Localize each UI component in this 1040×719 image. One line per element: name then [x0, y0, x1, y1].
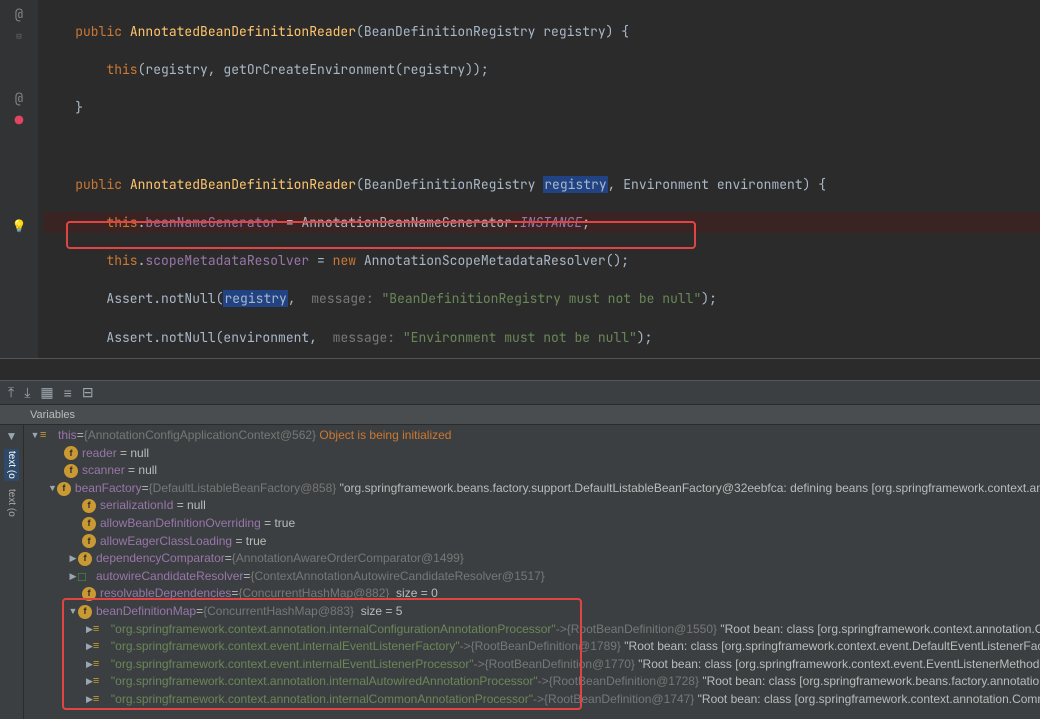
caret-down-icon[interactable]: ▼ [30, 427, 40, 445]
breakpoint-icon[interactable]: ● [15, 112, 23, 130]
entry-icon: ≡ [93, 656, 107, 674]
variables-tree[interactable]: ▼ ≡ this = {AnnotationConfigApplicationC… [24, 425, 1040, 719]
override-icon: @ [15, 90, 23, 108]
caret-right-icon[interactable]: ▶ [86, 638, 93, 656]
caret-right-icon[interactable]: ▶ [86, 656, 93, 674]
caret-down-icon[interactable]: ▼ [68, 603, 78, 621]
caret-right-icon[interactable]: ▶ [86, 691, 93, 709]
debug-toolbar: ⤒ ⤓ ▦ ≡ ⊟ [0, 381, 1040, 405]
var-reader[interactable]: f reader = null [24, 445, 1040, 463]
var-depcomparator[interactable]: ▶ f dependencyComparator = {AnnotationAw… [24, 550, 1040, 568]
field-icon: f [82, 534, 96, 548]
table-view-icon[interactable]: ▦ [40, 384, 53, 401]
var-allowoverriding[interactable]: f allowBeanDefinitionOverriding = true [24, 515, 1040, 533]
side-tabs: ▼ text (o text (o [0, 425, 24, 719]
field-icon: f [78, 552, 92, 566]
entry-icon: ≡ [93, 638, 107, 656]
caret-right-icon[interactable]: ▶ [68, 568, 78, 586]
fold-icon[interactable]: ⊟ [0, 25, 38, 46]
editor-gutter: @ ⊟ @ ● 💡 [0, 0, 38, 358]
list-view-icon[interactable]: ≡ [64, 385, 72, 401]
field-icon: f [82, 517, 96, 531]
override-icon: @ [15, 6, 23, 24]
field-icon: f [57, 482, 71, 496]
object-icon: □ [78, 568, 92, 586]
stack-down-icon[interactable]: ⤓ [24, 384, 30, 401]
side-tab-inactive[interactable]: text (o [4, 487, 19, 519]
stack-up-icon[interactable]: ⤒ [8, 384, 14, 401]
var-this[interactable]: ▼ ≡ this = {AnnotationConfigApplicationC… [24, 427, 1040, 445]
variables-panel-title: Variables [0, 405, 1040, 425]
map-entry[interactable]: ▶ ≡ "org.springframework.context.event.i… [24, 656, 1040, 674]
map-entry[interactable]: ▶ ≡ "org.springframework.context.annotat… [24, 691, 1040, 709]
code-editor[interactable]: @ ⊟ @ ● 💡 public AnnotatedBeanDefinition… [0, 0, 1040, 359]
caret-right-icon[interactable]: ▶ [68, 550, 78, 568]
intention-bulb-icon[interactable]: 💡 [12, 218, 27, 234]
entry-icon: ≡ [93, 621, 107, 639]
caret-right-icon[interactable]: ▶ [86, 621, 93, 639]
map-entry[interactable]: ▶ ≡ "org.springframework.context.annotat… [24, 621, 1040, 639]
object-array-icon: ≡ [40, 427, 54, 445]
filter-icon[interactable]: ▼ [6, 429, 18, 443]
field-icon: f [64, 464, 78, 478]
var-beandefmap[interactable]: ▼ f beanDefinitionMap = {ConcurrentHashM… [24, 603, 1040, 621]
debug-tool-window: ⤒ ⤓ ▦ ≡ ⊟ Variables ▼ text (o text (o ▼ … [0, 359, 1040, 719]
collapse-icon[interactable]: ⊟ [82, 384, 94, 401]
var-alloweager[interactable]: f allowEagerClassLoading = true [24, 533, 1040, 551]
field-icon: f [82, 499, 96, 513]
var-resolvabledeps[interactable]: f resolvableDependencies = {ConcurrentHa… [24, 585, 1040, 603]
var-scanner[interactable]: f scanner = null [24, 462, 1040, 480]
var-autowireresolver[interactable]: ▶ □ autowireCandidateResolver = {Context… [24, 568, 1040, 586]
caret-right-icon[interactable]: ▶ [86, 673, 93, 691]
entry-icon: ≡ [93, 673, 107, 691]
var-beanfactory[interactable]: ▼ f beanFactory = {DefaultListableBeanFa… [24, 480, 1040, 498]
var-serializationid[interactable]: f serializationId = null [24, 497, 1040, 515]
field-icon: f [82, 587, 96, 601]
map-entry[interactable]: ▶ ≡ "org.springframework.context.event.i… [24, 638, 1040, 656]
editor-content[interactable]: public AnnotatedBeanDefinitionReader(Bea… [38, 0, 1040, 358]
map-entry[interactable]: ▶ ≡ "org.springframework.context.annotat… [24, 673, 1040, 691]
field-icon: f [64, 446, 78, 460]
field-icon: f [78, 605, 92, 619]
side-tab-active[interactable]: text (o [4, 449, 19, 481]
caret-down-icon[interactable]: ▼ [48, 480, 57, 498]
entry-icon: ≡ [93, 691, 107, 709]
